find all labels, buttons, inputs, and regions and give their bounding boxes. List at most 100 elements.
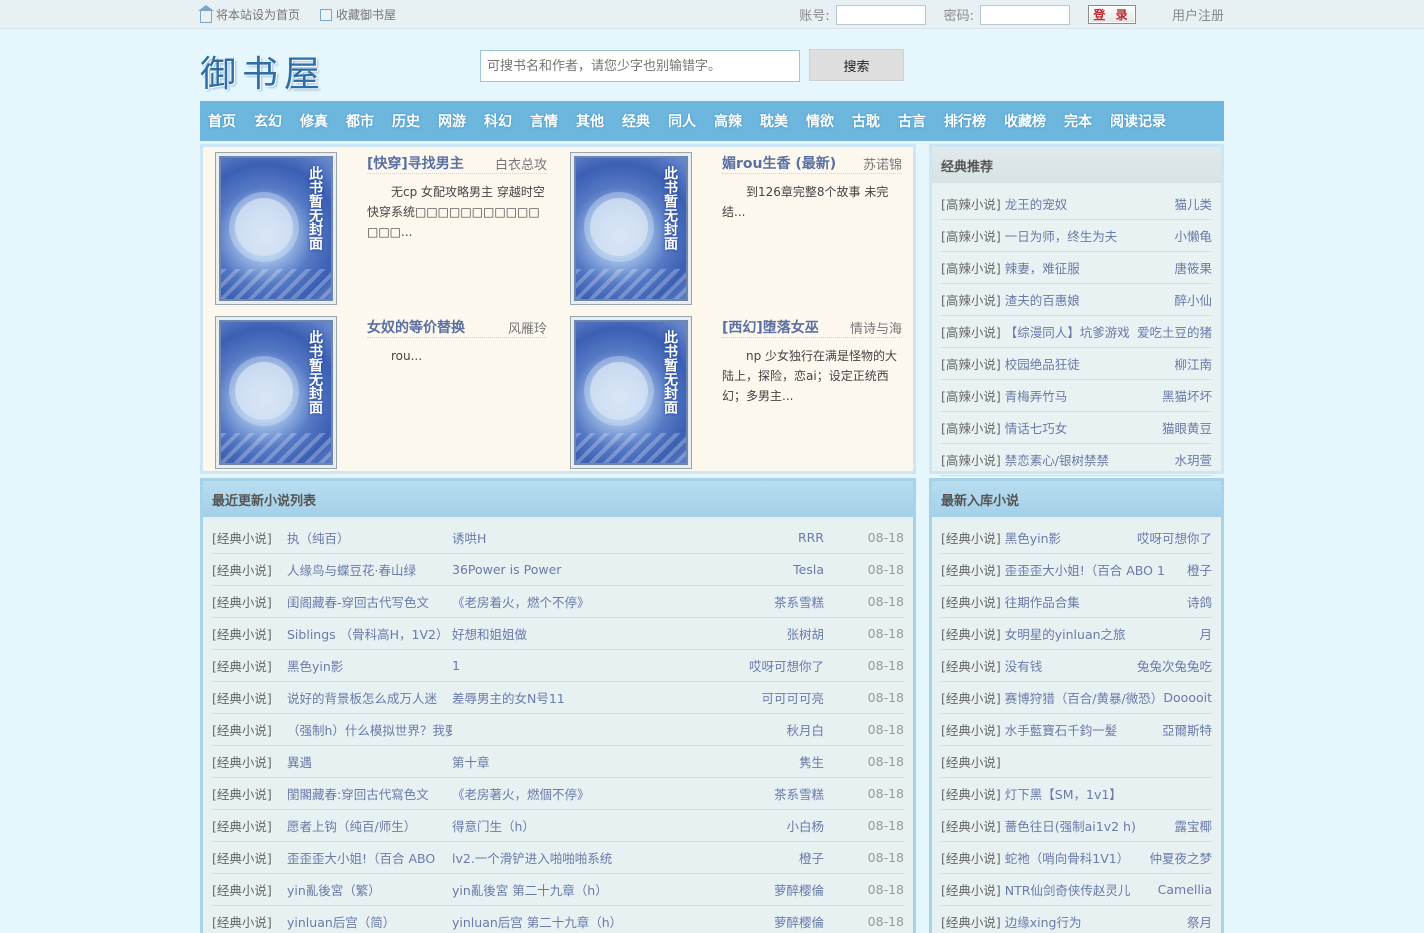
author-link[interactable]: 秋月白 <box>704 720 824 739</box>
book-link[interactable]: 龙王的宠奴 <box>1005 194 1068 213</box>
nav-item[interactable]: 其他 <box>576 111 604 131</box>
author-link[interactable]: 月 <box>1199 624 1212 643</box>
chapter-link[interactable]: 第十章 <box>452 752 702 771</box>
author-link[interactable]: 猫儿类 <box>1174 194 1212 213</box>
book-link[interactable]: 薔色往日(强制ai1v2 h) <box>1005 816 1136 835</box>
book-cover[interactable]: 此书暂无封面 <box>215 152 337 305</box>
chapter-link[interactable]: 1 <box>452 658 702 673</box>
author-link[interactable]: RRR <box>704 530 824 545</box>
author-link[interactable]: 橙子 <box>704 848 824 867</box>
author-link[interactable]: 猫眼黄豆 <box>1162 418 1212 437</box>
book-cover[interactable]: 此书暂无封面 <box>215 316 337 469</box>
book-title-link[interactable]: 媚rou生香 (最新) <box>722 153 836 173</box>
book-link[interactable]: 人缘鸟与蝶豆花·春山绿 <box>287 560 452 579</box>
book-author-link[interactable]: 风雁玲 <box>508 318 547 337</box>
book-link[interactable]: 一日为师，终生为夫 <box>1005 226 1118 245</box>
nav-item[interactable]: 完本 <box>1064 111 1092 131</box>
nav-item[interactable]: 排行榜 <box>944 111 986 131</box>
chapter-link[interactable]: yin亂後宮 第二十九章（h） <box>452 880 702 899</box>
book-link[interactable]: 愿者上钩（纯百/师生） <box>287 816 452 835</box>
chapter-link[interactable]: 差辱男主的女N号11 <box>452 688 702 707</box>
nav-item[interactable]: 首页 <box>208 111 236 131</box>
author-link[interactable]: 唐筱果 <box>1174 258 1212 277</box>
book-link[interactable]: NTR仙剑奇侠传赵灵儿 <box>1005 880 1131 899</box>
nav-item[interactable]: 同人 <box>668 111 696 131</box>
book-author-link[interactable]: 苏诺锦 <box>863 154 902 173</box>
nav-item[interactable]: 阅读记录 <box>1110 111 1166 131</box>
author-link[interactable]: 仲夏夜之梦 <box>1149 848 1212 867</box>
author-link[interactable]: Tesla <box>704 562 824 577</box>
book-link[interactable]: 校园绝品狂徒 <box>1005 354 1080 373</box>
author-link[interactable]: 橙子 <box>1187 560 1212 579</box>
search-button[interactable]: 搜索 <box>809 49 904 81</box>
book-link[interactable]: 执（纯百） <box>287 528 452 547</box>
book-link[interactable]: 【综漫同人】坑爹游戏 <box>1005 322 1130 341</box>
nav-item[interactable]: 古耽 <box>852 111 880 131</box>
author-link[interactable]: 可可可可亮 <box>704 688 824 707</box>
nav-item[interactable]: 古言 <box>898 111 926 131</box>
chapter-link[interactable]: 36Power is Power <box>452 562 702 577</box>
author-link[interactable]: 诗鸽 <box>1187 592 1212 611</box>
author-link[interactable]: 黑猫坏坏 <box>1162 386 1212 405</box>
search-input[interactable] <box>480 50 800 82</box>
chapter-link[interactable]: 得意门生（h） <box>452 816 702 835</box>
author-link[interactable]: 柳江南 <box>1174 354 1212 373</box>
nav-item[interactable]: 修真 <box>300 111 328 131</box>
chapter-link[interactable]: 好想和姐姐做 <box>452 624 702 643</box>
nav-item[interactable]: 情欲 <box>806 111 834 131</box>
book-link[interactable]: 蛇祂（哨向骨科1V1） <box>1005 848 1129 867</box>
author-link[interactable]: 露宝椰 <box>1174 816 1212 835</box>
book-link[interactable]: yinluan后宫（简） <box>287 912 452 931</box>
author-link[interactable]: 茶系雪糕 <box>704 784 824 803</box>
book-link[interactable]: 灯下黑【SM，1v1】 <box>1005 784 1122 803</box>
author-link[interactable]: 萝醉樱倫 <box>704 912 824 931</box>
book-link[interactable]: 歪歪歪大小姐!（百合 ABO 1v1） <box>1005 560 1165 579</box>
author-link[interactable]: 小白杨 <box>704 816 824 835</box>
author-link[interactable]: 醉小仙 <box>1174 290 1212 309</box>
book-link[interactable]: 黑色yin影 <box>287 656 452 675</box>
book-link[interactable]: （强制h）什么模拟世界？我要一步加一步 <box>287 720 452 739</box>
chapter-link[interactable]: 《老房着火，燃个不停》 <box>452 592 702 611</box>
nav-item[interactable]: 玄幻 <box>254 111 282 131</box>
book-link[interactable]: 情话七巧女 <box>1005 418 1068 437</box>
book-link[interactable]: 说好的背景板怎么成万人迷 <box>287 688 452 707</box>
nav-item[interactable]: 言情 <box>530 111 558 131</box>
password-input[interactable] <box>979 4 1070 25</box>
author-link[interactable]: 萝醉樱倫 <box>704 880 824 899</box>
author-link[interactable]: Camellia <box>1158 882 1212 897</box>
login-button[interactable]: 登 录 <box>1087 5 1136 24</box>
book-title-link[interactable]: [快穿]寻找男主 <box>367 153 464 173</box>
author-link[interactable]: 茶系雪糕 <box>704 592 824 611</box>
chapter-link[interactable]: yinluan后宫 第二十九章（h） <box>452 912 702 931</box>
book-link[interactable]: yin亂後宮（繁） <box>287 880 452 899</box>
nav-item[interactable]: 科幻 <box>484 111 512 131</box>
nav-item[interactable]: 收藏榜 <box>1004 111 1046 131</box>
author-link[interactable]: 爱吃土豆的猪 <box>1137 322 1212 341</box>
nav-item[interactable]: 耽美 <box>760 111 788 131</box>
author-link[interactable]: 张树胡 <box>704 624 824 643</box>
book-title-link[interactable]: [西幻]堕落女巫 <box>722 317 819 337</box>
author-link[interactable]: 哎呀可想你了 <box>704 656 824 675</box>
chapter-link[interactable]: 诱哄H <box>452 528 702 547</box>
book-link[interactable]: 閨閣藏春:穿回古代寫色文 <box>287 784 452 803</box>
book-link[interactable]: 青梅弄竹马 <box>1005 386 1068 405</box>
book-cover[interactable]: 此书暂无封面 <box>570 152 692 305</box>
book-cover[interactable]: 此书暂无封面 <box>570 316 692 469</box>
author-link[interactable]: Dooooit <box>1163 690 1212 705</box>
book-link[interactable]: 渣夫的百惠娘 <box>1005 290 1080 309</box>
author-link[interactable]: 小懒龟 <box>1174 226 1212 245</box>
book-author-link[interactable]: 白衣总攻 <box>495 154 547 173</box>
set-home-link[interactable]: 将本站设为首页 <box>198 4 300 23</box>
book-link[interactable]: Siblings （骨科高H，1V2） <box>287 624 452 643</box>
site-logo[interactable]: 御书屋 <box>200 45 326 97</box>
nav-item[interactable]: 历史 <box>392 111 420 131</box>
chapter-link[interactable]: 《老房著火，燃個不停》 <box>452 784 702 803</box>
author-link[interactable]: 哎呀可想你了 <box>1137 528 1212 547</box>
author-link[interactable]: 隽生 <box>704 752 824 771</box>
author-link[interactable]: 兔兔次兔兔吃 <box>1137 656 1212 675</box>
account-input[interactable] <box>835 4 926 25</box>
book-link[interactable]: 異遇 <box>287 752 452 771</box>
book-link[interactable]: 闺阁藏春-穿回古代写色文 <box>287 592 452 611</box>
nav-item[interactable]: 经典 <box>622 111 650 131</box>
book-link[interactable]: 禁恋素心/银树禁禁 <box>1005 450 1109 469</box>
